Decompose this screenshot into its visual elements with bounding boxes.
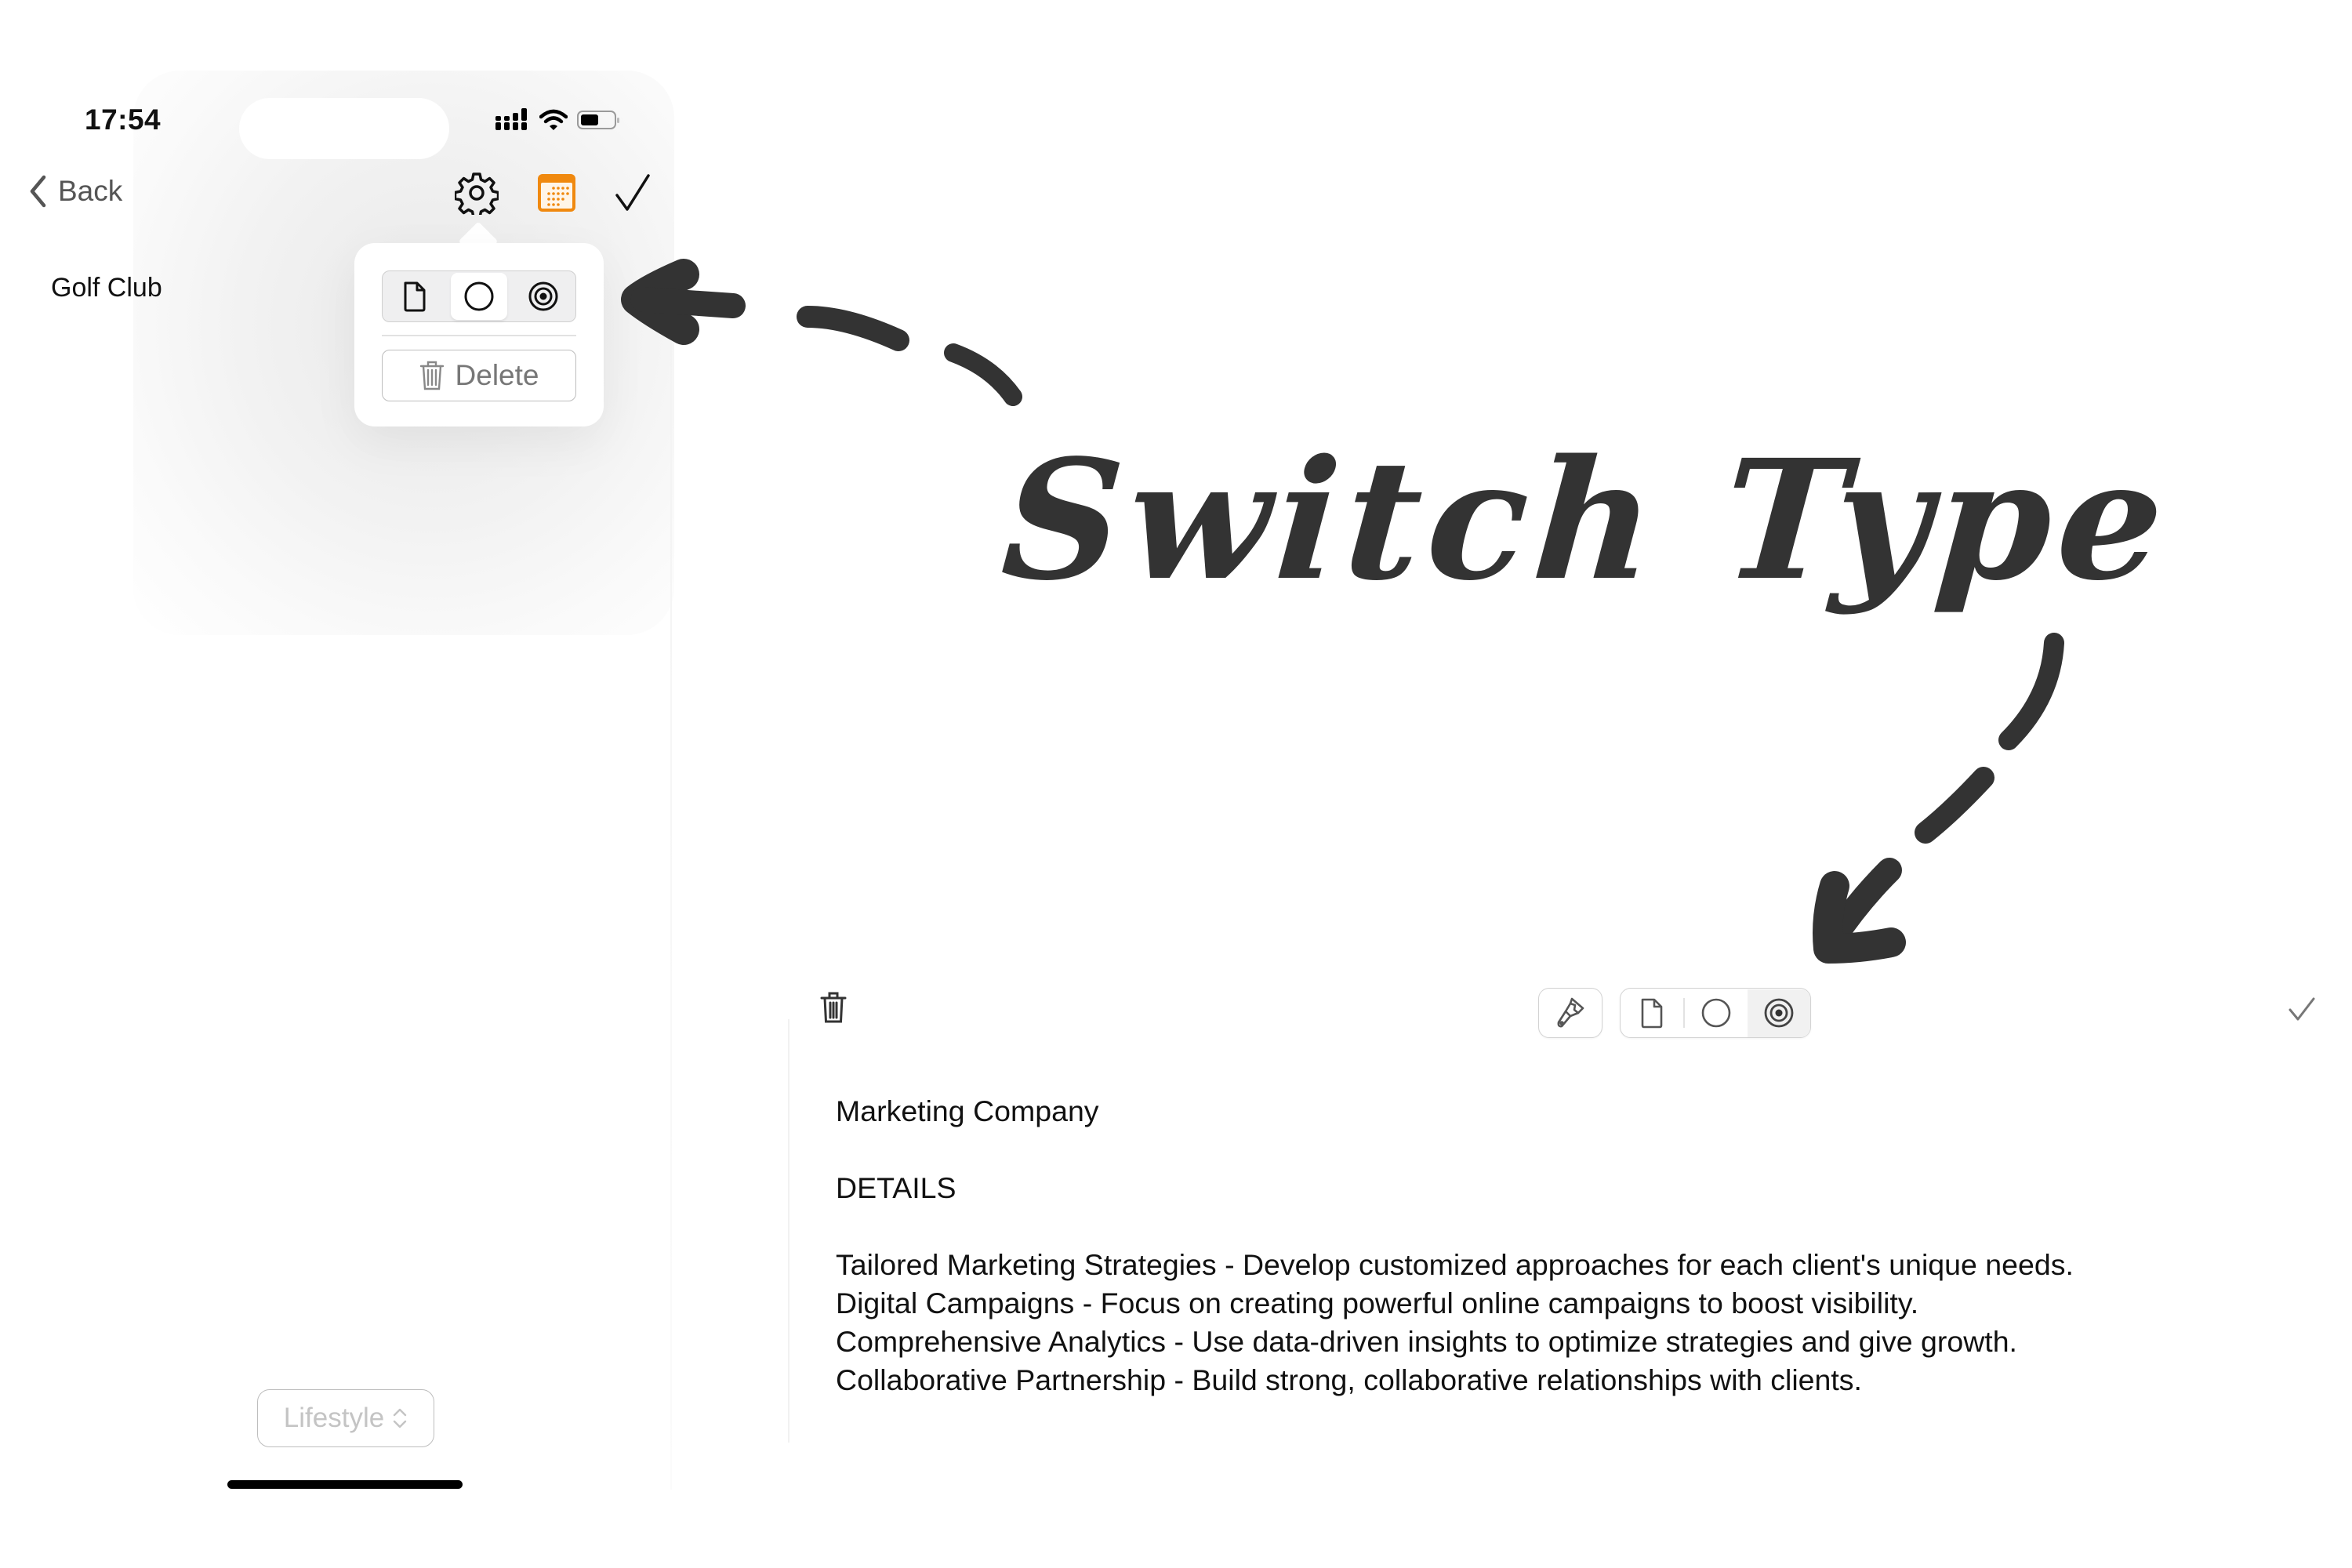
dynamic-island — [239, 98, 449, 159]
chevron-left-icon — [30, 175, 46, 208]
editor-line: Digital Campaigns - Focus on creating po… — [836, 1287, 1919, 1319]
editor-divider — [788, 1019, 789, 1443]
editor-type-target[interactable] — [1747, 989, 1810, 1037]
delete-label: Delete — [455, 359, 539, 391]
home-indicator — [227, 1480, 463, 1489]
trash-icon — [419, 361, 444, 390]
checkmark-icon — [2288, 997, 2315, 1021]
document-icon — [404, 281, 426, 312]
editor-delete-button[interactable] — [819, 990, 848, 1029]
editor-content[interactable]: Marketing Company DETAILS Tailored Marke… — [836, 1092, 2074, 1399]
back-button[interactable]: Back — [28, 174, 122, 209]
editor-line: Tailored Marketing Strategies - Develop … — [836, 1248, 2074, 1281]
bottom-arrow-shaft — [1822, 858, 1902, 949]
circle-icon — [464, 281, 494, 311]
bottom-arrow-dash-2 — [1915, 767, 1994, 844]
annotation-text: Switch Type — [996, 423, 2176, 617]
editor-section-heading: DETAILS — [836, 1171, 956, 1204]
type-option-document[interactable] — [387, 273, 443, 320]
style-button[interactable] — [1538, 988, 1602, 1038]
editor-type-document[interactable] — [1621, 989, 1683, 1037]
chevron-up-down-icon — [394, 1408, 407, 1428]
top-arrow-dash-1 — [797, 306, 909, 351]
type-segmented-control — [382, 270, 576, 322]
editor-line: Collaborative Partnership - Build strong… — [836, 1363, 1862, 1396]
editor-type-control — [1620, 988, 1811, 1038]
nav-actions — [455, 171, 651, 215]
target-icon — [1764, 998, 1793, 1028]
cellular-signal-icon — [495, 108, 527, 130]
delete-button[interactable]: Delete — [382, 350, 576, 401]
popover-divider — [382, 335, 576, 336]
status-time: 17:54 — [85, 103, 162, 136]
note-title: Golf Club — [51, 273, 162, 303]
editor-done-button[interactable] — [2288, 996, 2316, 1026]
document-icon — [1641, 998, 1663, 1029]
type-option-circle[interactable] — [451, 273, 507, 320]
top-arrow-dash-2 — [944, 343, 1022, 406]
back-label: Back — [58, 175, 123, 207]
checkmark-icon[interactable] — [615, 173, 651, 212]
trash-icon — [820, 992, 847, 1023]
editor-type-circle[interactable] — [1685, 989, 1748, 1037]
editor-title: Marketing Company — [836, 1094, 1099, 1127]
status-icons — [495, 108, 619, 132]
circle-icon — [1701, 998, 1730, 1028]
bottom-arrow-dash-1 — [1998, 633, 2064, 750]
editor-line: Comprehensive Analytics - Use data-drive… — [836, 1325, 2017, 1358]
bottom-arrow-head — [1813, 871, 1906, 964]
type-option-target[interactable] — [515, 273, 572, 320]
paintbrush-icon — [1557, 997, 1584, 1028]
editor-toolbar — [1538, 988, 1811, 1038]
battery-icon — [577, 111, 619, 129]
calendar-icon[interactable] — [536, 172, 577, 213]
category-picker[interactable]: Lifestyle — [257, 1389, 434, 1447]
gear-icon[interactable] — [455, 171, 499, 215]
phone-edge-divider — [670, 314, 672, 1490]
category-label: Lifestyle — [283, 1403, 385, 1433]
target-icon — [528, 281, 558, 311]
wifi-icon — [539, 109, 568, 130]
